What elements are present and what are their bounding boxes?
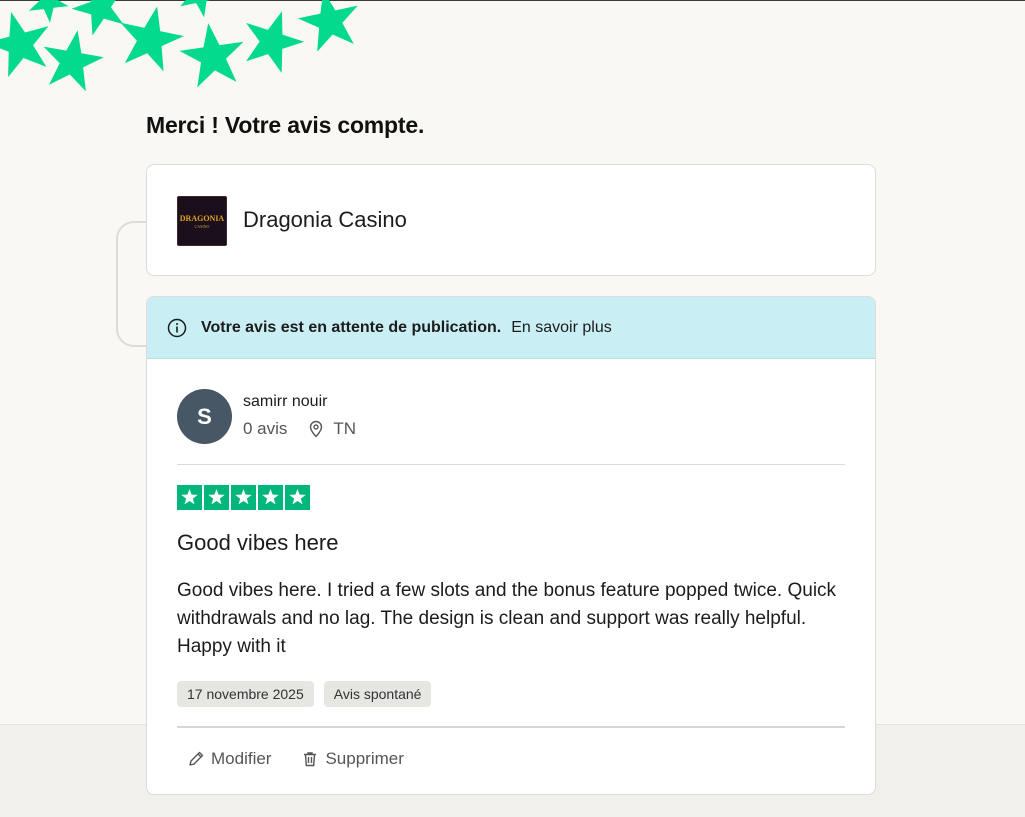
avatar: S	[177, 389, 232, 444]
review-actions: Modifier Supprimer	[187, 749, 404, 769]
review-tags: 17 novembre 2025 Avis spontané	[177, 681, 432, 707]
star-rating	[177, 485, 310, 510]
reviewer-name: samirr nouir	[243, 393, 328, 410]
business-card[interactable]: DRAGONIA CASINO Dragonia Casino	[146, 164, 876, 276]
page-title: Merci ! Votre avis compte.	[146, 112, 425, 138]
business-logo: DRAGONIA CASINO	[177, 196, 227, 246]
star-icon	[177, 485, 202, 510]
trash-icon	[304, 752, 317, 767]
svg-text:DRAGONIA: DRAGONIA	[180, 214, 225, 223]
review-title: Good vibes here	[177, 530, 339, 555]
connector-bracket	[116, 221, 146, 347]
delete-label: Supprimer	[325, 749, 404, 768]
star-icon	[285, 485, 310, 510]
pending-notice: Votre avis est en attente de publication…	[147, 297, 875, 359]
info-icon	[167, 318, 187, 337]
location-pin-icon	[310, 420, 323, 438]
delete-button[interactable]: Supprimer	[301, 749, 404, 769]
business-name[interactable]: Dragonia Casino	[243, 207, 407, 233]
learn-more-link[interactable]: En savoir plus	[511, 319, 612, 337]
reviewer-meta: 0 avis TN	[243, 419, 356, 439]
edit-label: Modifier	[211, 749, 272, 768]
divider	[177, 464, 845, 465]
svg-text:CASINO: CASINO	[195, 224, 210, 229]
divider	[177, 726, 845, 728]
review-source-badge: Avis spontané	[323, 681, 432, 707]
review-card: Votre avis est en attente de publication…	[146, 296, 876, 795]
star-icon	[258, 485, 283, 510]
decorative-stars	[0, 0, 366, 94]
star-icon	[204, 485, 229, 510]
reviewer-country: TN	[333, 419, 357, 438]
review-body: Good vibes here. I tried a few slots and…	[177, 580, 837, 657]
review-count: 0 avis	[243, 419, 288, 438]
review-date-badge: 17 novembre 2025	[177, 681, 314, 707]
edit-button[interactable]: Modifier	[187, 749, 271, 769]
notice-message: Votre avis est en attente de publication…	[201, 318, 502, 336]
pencil-icon	[189, 751, 204, 766]
star-icon	[231, 485, 256, 510]
